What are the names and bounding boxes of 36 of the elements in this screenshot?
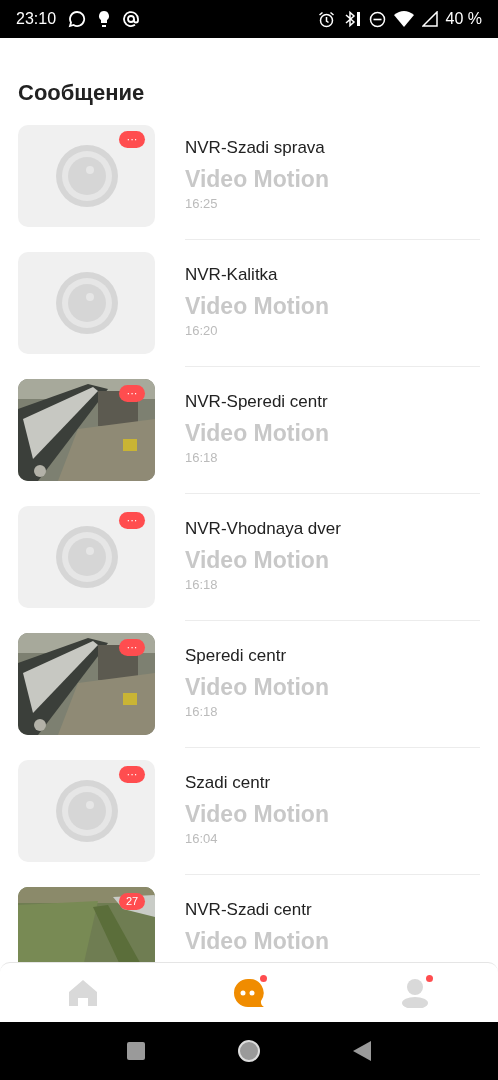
- message-time: 16:25: [185, 195, 219, 213]
- chat-bubble-icon: [68, 10, 87, 28]
- signal-icon: [421, 11, 438, 27]
- unread-badge: ···: [119, 766, 145, 783]
- at-sign-icon: [122, 10, 141, 28]
- home-button[interactable]: [238, 1040, 260, 1062]
- battery-level: 40 %: [445, 9, 482, 29]
- unread-badge: ···: [119, 512, 145, 529]
- device-name: NVR-Szadi sprava: [185, 137, 326, 159]
- device-name: Speredi centr: [185, 645, 288, 667]
- chat-bubble-icon: [233, 977, 265, 1008]
- back-button[interactable]: [353, 1041, 372, 1061]
- camera-placeholder-icon: [55, 145, 118, 207]
- alarm-icon: [317, 10, 335, 28]
- device-name: NVR-Speredi centr: [185, 391, 329, 413]
- home-icon: [68, 978, 98, 1007]
- device-name: NVR-Kalitka: [185, 264, 279, 286]
- recents-button[interactable]: [126, 1042, 145, 1060]
- camera-placeholder-icon: [55, 526, 118, 588]
- message-time: 16:18: [185, 703, 219, 721]
- wifi-icon: [393, 11, 414, 27]
- message-time: 16:20: [185, 322, 219, 340]
- lightbulb-icon: [98, 10, 111, 28]
- camera-placeholder-icon: [55, 272, 118, 334]
- unread-badge: ···: [119, 131, 145, 148]
- person-icon: [401, 977, 429, 1008]
- do-not-disturb-icon: [368, 10, 386, 28]
- device-name: NVR-Szadi centr: [185, 899, 313, 921]
- message-time: 16:18: [185, 576, 219, 594]
- device-name: Szadi centr: [185, 772, 272, 794]
- device-name: NVR-Vhodnaya dver: [185, 518, 342, 540]
- page-title: Сообщение: [17, 79, 146, 107]
- message-time: 16:04: [185, 830, 219, 848]
- camera-placeholder-icon: [55, 780, 118, 842]
- status-time: 23:10: [16, 9, 57, 29]
- message-time: 16:18: [185, 449, 219, 467]
